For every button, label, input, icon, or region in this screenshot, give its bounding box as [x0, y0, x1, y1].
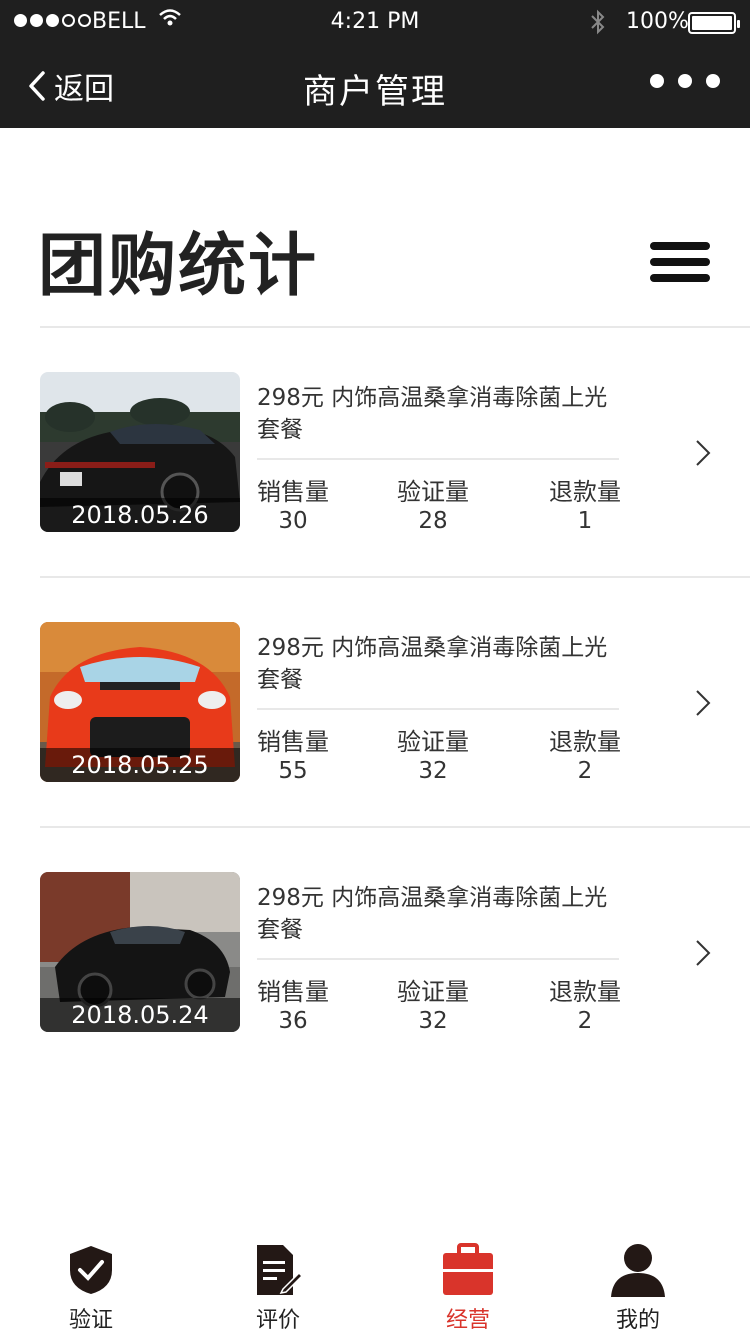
tab-verify[interactable]: 验证 [36, 1242, 146, 1334]
refund-label: 退款量 [549, 728, 621, 756]
briefcase-icon [443, 1243, 493, 1295]
list-item[interactable]: 2018.05.24 298元 内饰高温桑拿消毒除菌上光套餐 销售量 36 验证… [40, 872, 750, 1072]
sales-value: 30 [278, 508, 308, 534]
chevron-right-icon[interactable] [695, 439, 711, 467]
refund-label: 退款量 [549, 478, 621, 506]
nav-title: 商户管理 [303, 72, 447, 112]
divider [257, 958, 619, 960]
page-heading: 团购统计 [38, 227, 319, 306]
sales-label: 销售量 [257, 978, 329, 1006]
car-thumbnail: 2018.05.25 [40, 622, 240, 782]
car-thumbnail: 2018.05.26 [40, 372, 240, 532]
list-item[interactable]: 2018.05.26 298元 内饰高温桑拿消毒除菌上光套餐 销售量 30 验证… [40, 372, 750, 572]
tab-label: 我的 [615, 1308, 660, 1333]
tab-review[interactable]: 评价 [223, 1242, 333, 1334]
sales-stat: 销售量 55 [257, 728, 329, 786]
refund-stat: 退款量 1 [549, 478, 621, 536]
chevron-right-icon[interactable] [695, 689, 711, 717]
refund-stat: 退款量 2 [549, 728, 621, 786]
tab-label: 评价 [255, 1308, 300, 1333]
navigation-bar: 返回 商户管理 [0, 44, 750, 128]
refund-label: 退款量 [549, 978, 621, 1006]
list-item[interactable]: 2018.05.25 298元 内饰高温桑拿消毒除菌上光套餐 销售量 55 验证… [40, 622, 750, 822]
refund-value: 1 [577, 508, 593, 534]
item-title: 298元 内饰高温桑拿消毒除菌上光套餐 [257, 385, 608, 443]
shield-check-icon [70, 1246, 112, 1294]
verified-stat: 验证量 32 [397, 728, 469, 786]
divider [257, 458, 619, 460]
item-date: 2018.05.24 [40, 998, 240, 1032]
verified-value: 28 [418, 508, 448, 534]
document-pen-icon [257, 1245, 303, 1295]
tab-bar: 验证 评价 经营 我的 [0, 1234, 750, 1334]
refund-value: 2 [577, 1008, 593, 1034]
divider [257, 708, 619, 710]
user-icon [611, 1244, 665, 1297]
item-date: 2018.05.26 [40, 498, 240, 532]
divider [40, 326, 750, 328]
sales-stat: 销售量 30 [257, 478, 329, 536]
verified-value: 32 [418, 758, 448, 784]
divider [40, 576, 750, 578]
verified-value: 32 [418, 1008, 448, 1034]
tab-me[interactable]: 我的 [583, 1242, 693, 1334]
top-bar: BELL 4:21 PM 100% 返回 商户管理 [0, 0, 750, 128]
divider [40, 826, 750, 828]
car-thumbnail: 2018.05.24 [40, 872, 240, 1032]
sales-label: 销售量 [257, 728, 329, 756]
chevron-right-icon[interactable] [695, 939, 711, 967]
tab-label: 经营 [445, 1308, 490, 1333]
more-dots-icon [650, 74, 664, 88]
sales-label: 销售量 [257, 478, 329, 506]
sales-value: 55 [278, 758, 308, 784]
menu-icon[interactable] [650, 242, 710, 282]
verified-label: 验证量 [397, 478, 469, 506]
sales-stat: 销售量 36 [257, 978, 329, 1036]
item-title: 298元 内饰高温桑拿消毒除菌上光套餐 [257, 635, 608, 693]
verified-label: 验证量 [397, 978, 469, 1006]
battery-icon [688, 12, 740, 34]
tab-business[interactable]: 经营 [413, 1242, 523, 1334]
sales-value: 36 [278, 1008, 308, 1034]
verified-stat: 验证量 28 [397, 478, 469, 536]
tab-label: 验证 [68, 1308, 113, 1333]
status-bar: BELL 4:21 PM 100% [0, 0, 750, 44]
refund-value: 2 [577, 758, 593, 784]
item-date: 2018.05.25 [40, 748, 240, 782]
verified-stat: 验证量 32 [397, 978, 469, 1036]
verified-label: 验证量 [397, 728, 469, 756]
item-title: 298元 内饰高温桑拿消毒除菌上光套餐 [257, 885, 608, 943]
more-options-button[interactable] [650, 74, 720, 88]
refund-stat: 退款量 2 [549, 978, 621, 1036]
bluetooth-icon [591, 9, 605, 35]
battery-percent: 100% [626, 9, 689, 34]
